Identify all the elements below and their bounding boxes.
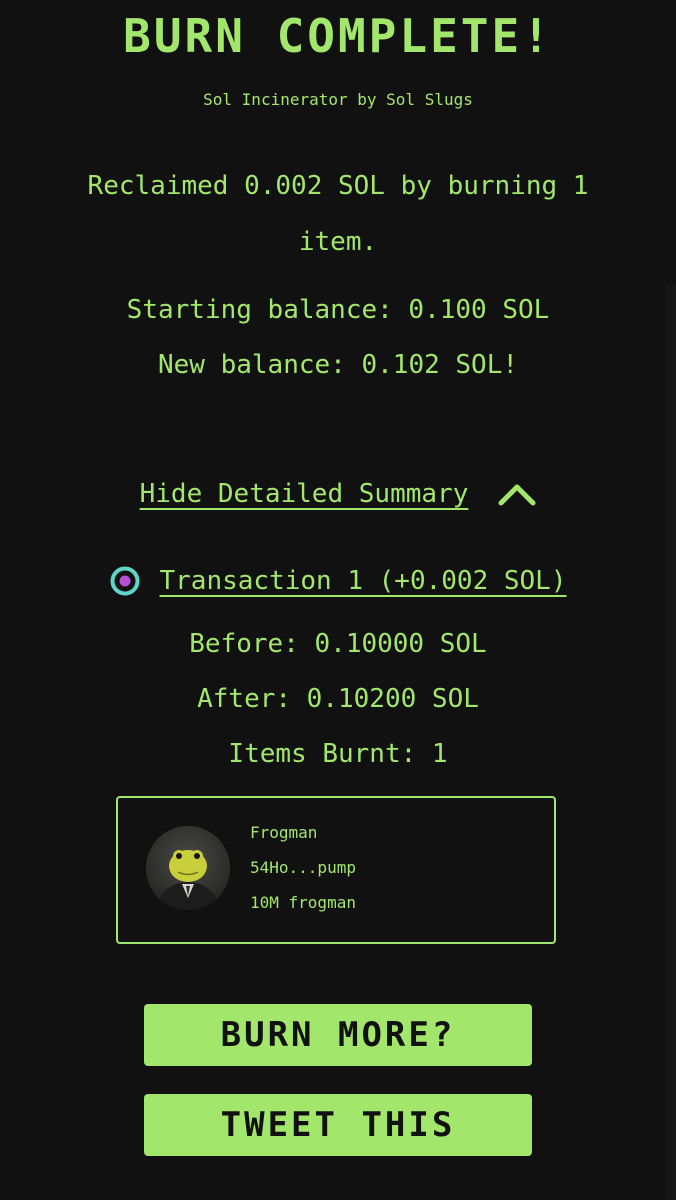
hide-detailed-summary-link[interactable]: Hide Detailed Summary [140, 474, 469, 514]
burn-more-button[interactable]: BURN MORE? [144, 1004, 532, 1066]
page-title: BURN COMPLETE! [123, 9, 553, 63]
frogman-avatar [146, 826, 230, 910]
transaction-row: Transaction 1 (+0.002 SOL) [0, 561, 676, 601]
burned-token-card: Frogman 54Ho...pump 10M frogman [116, 796, 556, 944]
token-address: 54Ho...pump [250, 858, 356, 877]
chevron-up-icon[interactable] [498, 482, 536, 506]
tweet-this-button[interactable]: TWEET THIS [144, 1094, 532, 1156]
token-amount: 10M frogman [250, 893, 356, 912]
app-subtitle: Sol Incinerator by Sol Slugs [203, 90, 473, 109]
balance-after: After: 0.10200 SOL [197, 684, 479, 714]
token-name: Frogman [250, 823, 318, 842]
detailed-summary-toggle[interactable]: Hide Detailed Summary [0, 474, 676, 514]
transaction-link[interactable]: Transaction 1 (+0.002 SOL) [160, 561, 567, 601]
reclaimed-summary: Reclaimed 0.002 SOL by burning 1 item. [87, 171, 589, 257]
balance-before: Before: 0.10000 SOL [189, 629, 487, 659]
items-burnt: Items Burnt: 1 [228, 739, 448, 769]
burn-complete-page: BURN COMPLETE! Sol Incinerator by Sol Sl… [0, 0, 676, 1200]
new-balance: New balance: 0.102 SOL! [157, 350, 519, 380]
starting-balance: Starting balance: 0.100 SOL [126, 295, 550, 325]
solana-explorer-icon [110, 566, 140, 596]
